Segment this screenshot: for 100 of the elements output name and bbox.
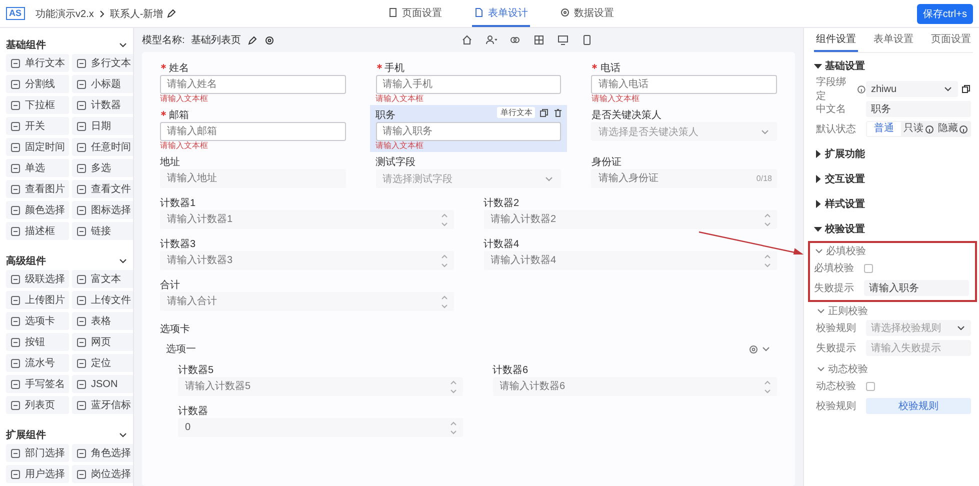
number-field[interactable]: 请输入计数器1 — [160, 210, 454, 229]
component-item[interactable]: 部门选择 — [6, 444, 69, 462]
tab[interactable]: 页面设置 — [386, 0, 444, 27]
tablet-icon[interactable] — [580, 34, 593, 46]
component-item[interactable]: 蓝牙信标 — [72, 396, 133, 414]
form-item[interactable]: 计数器 0 — [172, 401, 468, 442]
form-item[interactable]: 姓名 请输入姓名 请输入文本框 — [154, 58, 352, 105]
settings-icon[interactable] — [264, 34, 275, 46]
component-item[interactable]: 网页 — [72, 333, 133, 351]
component-item[interactable]: 开关 — [6, 117, 69, 135]
breadcrumb-item[interactable]: 联系人-新增 — [110, 6, 164, 20]
component-item[interactable]: 角色选择 — [72, 444, 133, 462]
component-item[interactable]: 单选 — [6, 159, 69, 177]
component-item[interactable]: JSON — [72, 375, 133, 393]
rule-button[interactable]: 校验规则 — [866, 398, 971, 414]
component-item[interactable]: 富文本 — [72, 270, 133, 288]
form-item[interactable]: 测试字段 请选择测试字段 — [370, 152, 568, 193]
select-field[interactable]: zhiwu — [866, 81, 958, 97]
number-field[interactable]: 请输入计数器4 — [484, 251, 777, 270]
component-item[interactable]: 上传图片 — [6, 291, 69, 309]
checkbox[interactable] — [866, 382, 875, 390]
monitor-icon[interactable] — [556, 34, 569, 46]
component-item[interactable]: 用户选择 — [6, 465, 69, 483]
form-item[interactable]: 计数器3 请输入计数器3 — [154, 234, 460, 275]
input-field[interactable]: 请输入职务 — [864, 280, 969, 296]
number-field[interactable]: 请输入计数器6 — [492, 377, 777, 396]
tab[interactable]: 表单设计 — [472, 0, 530, 27]
component-item[interactable]: 上传文件 — [72, 291, 133, 309]
form-item[interactable]: 是否关键决策人 请选择是否关键决策人 — [585, 105, 783, 152]
tab[interactable]: 页面设置 — [929, 28, 973, 52]
form-item[interactable]: 电话 请输入电话 请输入文本框 — [585, 58, 783, 105]
component-item[interactable]: 固定时间 — [6, 138, 69, 156]
form-item[interactable]: 合计 请输入合计 — [154, 275, 460, 316]
input-field[interactable]: 请输入邮箱 — [160, 122, 346, 141]
number-field[interactable]: 请输入计数器3 — [160, 251, 454, 270]
tab[interactable]: 选项一 — [166, 342, 196, 356]
input-field[interactable]: 请输入手机 — [376, 75, 562, 94]
component-item[interactable]: 多行文本 — [72, 54, 133, 72]
input-field[interactable]: 请输入地址 — [160, 169, 346, 188]
section-header[interactable]: 校验设置 — [814, 216, 865, 241]
link-icon[interactable] — [508, 34, 521, 46]
collapse-chevron-icon[interactable] — [118, 430, 128, 440]
form-item[interactable]: 邮箱 请输入邮箱 请输入文本框 — [154, 105, 352, 152]
component-item[interactable]: 任意时间 — [72, 138, 133, 156]
section-header[interactable]: 交互设置 — [814, 166, 865, 191]
form-item[interactable]: 计数器1 请输入计数器1 — [154, 193, 460, 234]
component-item[interactable]: 流水号 — [6, 354, 69, 372]
input-field[interactable]: 请输入职务 — [376, 122, 562, 141]
radio-option[interactable]: 隐藏 — [936, 122, 970, 136]
component-item[interactable]: 岗位选择 — [72, 465, 133, 483]
user-dropdown-icon[interactable] — [484, 34, 497, 46]
component-item[interactable]: 级联选择 — [6, 270, 69, 288]
collapse-chevron-icon[interactable] — [118, 256, 128, 266]
form-item[interactable]: 身份证 请输入身份证 0/18 — [585, 152, 783, 193]
component-item[interactable]: 下拉框 — [6, 96, 69, 114]
component-item[interactable]: 颜色选择 — [6, 201, 69, 219]
input-field[interactable]: 请输入电话 — [591, 75, 777, 94]
form-item[interactable]: 职务 单行文本 请输入职务 请输入文本框 — [370, 105, 568, 152]
component-item[interactable]: 描述框 — [6, 222, 69, 240]
tab[interactable]: 数据设置 — [558, 0, 616, 27]
input-field[interactable]: 请输入失败提示 — [866, 340, 971, 356]
radio-option[interactable]: 只读 — [902, 122, 936, 136]
form-item[interactable]: 计数器2 请输入计数器2 — [478, 193, 783, 234]
component-item[interactable]: 单行文本 — [6, 54, 69, 72]
input-field[interactable]: 职务 — [866, 101, 971, 117]
component-item[interactable]: 小标题 — [72, 75, 133, 93]
section-header[interactable]: 样式设置 — [814, 191, 865, 216]
component-item[interactable]: 按钮 — [6, 333, 69, 351]
component-item[interactable]: 查看文件 — [72, 180, 133, 198]
component-item[interactable]: 手写签名 — [6, 375, 69, 393]
number-field[interactable]: 请输入计数器5 — [178, 377, 462, 396]
form-item[interactable]: 计数器6 请输入计数器6 — [486, 360, 783, 401]
component-item[interactable]: 链接 — [72, 222, 133, 240]
component-item[interactable]: 分割线 — [6, 75, 69, 93]
form-item[interactable]: 计数器4 请输入计数器4 — [478, 234, 783, 275]
edit-icon[interactable] — [246, 34, 258, 46]
home-icon[interactable] — [460, 34, 473, 46]
form-item[interactable]: 计数器5 请输入计数器5 — [172, 360, 468, 401]
copy-icon[interactable] — [961, 84, 971, 94]
checkbox[interactable] — [864, 264, 873, 272]
save-button[interactable]: 保存ctrl+s — [916, 4, 973, 24]
tab[interactable]: 表单设置 — [872, 28, 916, 52]
component-item[interactable]: 日期 — [72, 117, 133, 135]
radio-option[interactable]: 普通 — [867, 122, 901, 136]
component-item[interactable]: 选项卡 — [6, 312, 69, 330]
delete-icon[interactable] — [553, 108, 564, 118]
breadcrumb-item[interactable]: 功能演示v2.x — [36, 6, 94, 20]
edit-icon[interactable] — [166, 8, 178, 19]
tab[interactable]: 组件设置 — [814, 28, 858, 52]
component-item[interactable]: 定位 — [72, 354, 133, 372]
number-field[interactable]: 请输入计数器2 — [484, 210, 777, 229]
component-item[interactable]: 表格 — [72, 312, 133, 330]
number-field[interactable]: 请输入合计 — [160, 292, 454, 311]
input-field[interactable]: 请输入姓名 — [160, 75, 346, 94]
component-item[interactable]: 列表页 — [6, 396, 69, 414]
copy-icon[interactable] — [539, 108, 550, 118]
component-item[interactable]: 查看图片 — [6, 180, 69, 198]
section-header[interactable]: 扩展功能 — [814, 141, 865, 166]
section-header[interactable]: 基础设置 — [814, 53, 865, 78]
form-item[interactable]: 地址 请输入地址 — [154, 152, 352, 193]
